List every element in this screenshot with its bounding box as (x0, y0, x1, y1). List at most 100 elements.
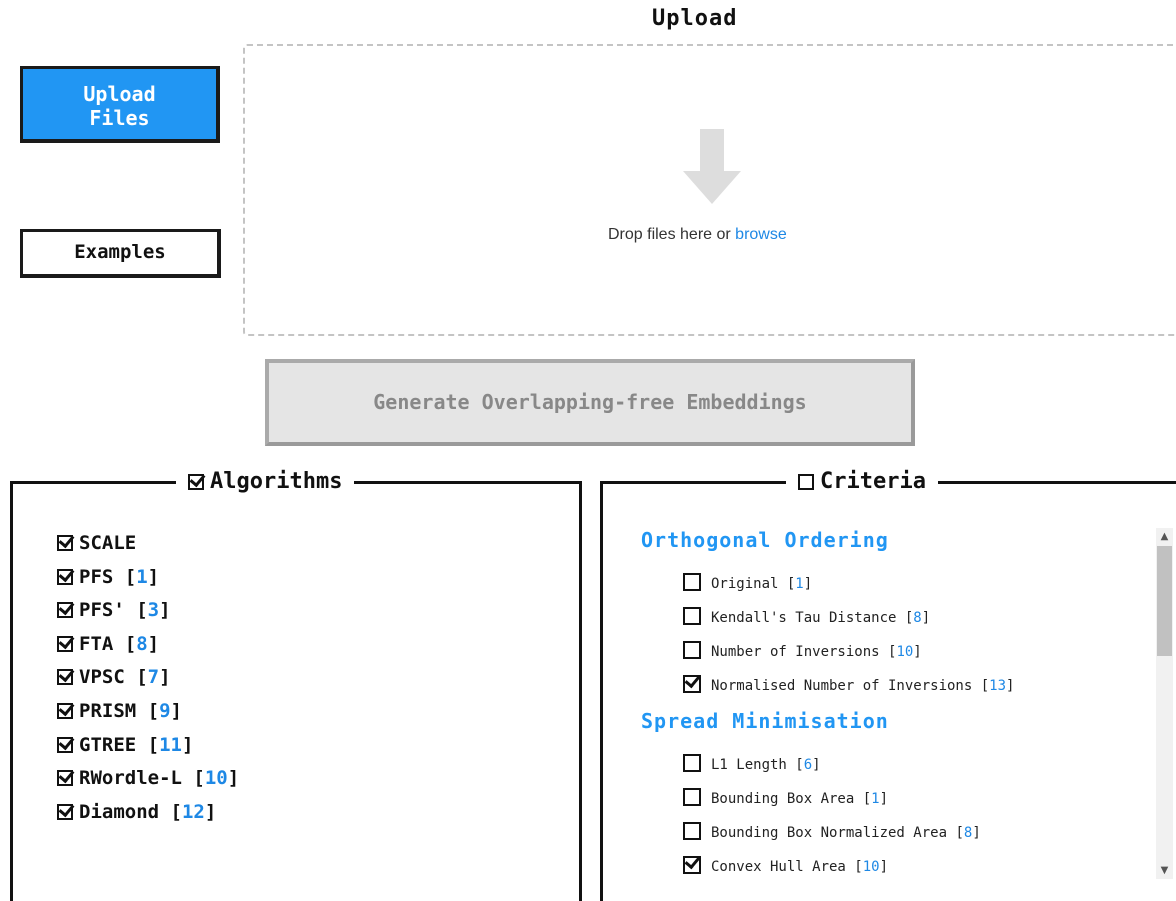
algorithm-item[interactable]: PRISM [9] (57, 700, 239, 734)
algorithm-item[interactable]: PFS [1] (57, 566, 239, 600)
ref-bracket: ] (803, 576, 813, 592)
reference-link[interactable]: 10 (863, 859, 880, 875)
reference-link[interactable]: 1 (795, 576, 803, 592)
algorithms-panel: Algorithms SCALE PFS [1] PFS' [3] FTA [8] VP… (10, 469, 582, 901)
ref-bracket: ] (159, 599, 171, 622)
ref-bracket: [ (136, 699, 160, 722)
algorithm-item[interactable]: VPSC [7] (57, 666, 239, 700)
upload-files-button[interactable]: Upload Files (20, 66, 220, 143)
checkbox-checked-icon[interactable] (683, 675, 701, 693)
ref-bracket: [ (778, 576, 796, 592)
reference-link[interactable]: 10 (205, 767, 228, 789)
algorithms-legend-label: Algorithms (210, 469, 343, 494)
checkbox-checked-icon[interactable] (57, 803, 73, 820)
reference-link[interactable]: 12 (182, 801, 205, 823)
criteria-item[interactable]: Convex Hull Area [10] (683, 856, 888, 876)
ref-bracket: [ (879, 644, 897, 660)
ref-bracket: [ (786, 757, 804, 773)
ref-bracket: ] (181, 733, 194, 756)
algorithm-label: FTA (79, 632, 114, 655)
ref-bracket: ] (147, 565, 160, 588)
criteria-item[interactable]: L1 Length [6] (683, 754, 821, 774)
criteria-item[interactable]: Kendall's Tau Distance [8] (683, 607, 930, 627)
ref-bracket: ] (921, 610, 931, 626)
criteria-legend-label: Criteria (820, 469, 926, 494)
ref-bracket: [ (159, 800, 182, 823)
ref-bracket: [ (896, 610, 914, 626)
reference-link[interactable]: 1 (871, 791, 879, 807)
criteria-label: Kendall's Tau Distance (711, 610, 897, 626)
algorithm-item[interactable]: RWordle-L [10] (57, 767, 239, 801)
ref-bracket: ] (159, 666, 171, 689)
checkbox-unchecked-icon[interactable] (683, 607, 701, 625)
criteria-section-title: Orthogonal Ordering (641, 528, 889, 552)
checkbox-unchecked-icon[interactable] (683, 822, 701, 840)
algorithms-toggle-all-checkbox[interactable] (188, 474, 204, 490)
ref-bracket: ] (227, 767, 240, 790)
reference-link[interactable]: 10 (896, 644, 913, 660)
upload-title: Upload (652, 6, 738, 31)
checkbox-checked-icon[interactable] (57, 635, 73, 652)
criteria-item[interactable]: Number of Inversions [10] (683, 641, 922, 661)
algorithm-item[interactable]: SCALE (57, 532, 239, 566)
algorithm-label: RWordle-L (79, 767, 182, 790)
reference-link[interactable]: 11 (159, 734, 182, 756)
reference-link[interactable]: 3 (148, 599, 159, 621)
generate-embeddings-button[interactable]: Generate Overlapping-free Embeddings (265, 359, 915, 446)
checkbox-unchecked-icon[interactable] (683, 754, 701, 772)
checkbox-unchecked-icon[interactable] (683, 573, 701, 591)
criteria-item[interactable]: Original [1] (683, 573, 812, 593)
reference-link[interactable]: 9 (159, 700, 170, 722)
checkbox-checked-icon[interactable] (57, 669, 73, 686)
examples-button[interactable]: Examples (20, 229, 221, 278)
checkbox-unchecked-icon[interactable] (683, 641, 701, 659)
ref-bracket: [ (113, 632, 137, 655)
reference-link[interactable]: 8 (913, 610, 921, 626)
algorithm-label: SCALE (79, 532, 137, 554)
checkbox-checked-icon[interactable] (57, 702, 73, 719)
reference-link[interactable]: 8 (136, 633, 147, 655)
reference-link[interactable]: 6 (804, 757, 812, 773)
checkbox-checked-icon[interactable] (57, 535, 73, 551)
criteria-item[interactable]: Bounding Box Area [1] (683, 788, 888, 808)
scroll-down-icon[interactable]: ▼ (1157, 863, 1172, 878)
arrow-down-icon (683, 129, 741, 204)
checkbox-checked-icon[interactable] (57, 770, 73, 787)
algorithms-legend[interactable]: Algorithms (176, 469, 355, 495)
algorithm-item[interactable]: PFS' [3] (57, 599, 239, 633)
checkbox-checked-icon[interactable] (57, 568, 73, 585)
algorithm-item[interactable]: FTA [8] (57, 633, 239, 667)
criteria-label: Bounding Box Normalized Area (711, 825, 948, 841)
ref-bracket: ] (147, 632, 160, 655)
criteria-toggle-all-checkbox[interactable] (798, 474, 814, 490)
algorithm-item[interactable]: Diamond [12] (57, 801, 239, 835)
ref-bracket: [ (947, 825, 964, 841)
criteria-item[interactable]: Normalised Number of Inversions [13] (683, 675, 1014, 695)
criteria-legend[interactable]: Criteria (786, 469, 938, 495)
algorithm-item[interactable]: GTREE [11] (57, 734, 239, 768)
checkbox-checked-icon[interactable] (683, 856, 701, 874)
criteria-scroll-thumb[interactable] (1157, 546, 1172, 656)
ref-bracket: [ (972, 678, 990, 694)
algorithm-label: PFS' (79, 599, 125, 622)
criteria-label: Bounding Box Area (711, 791, 855, 807)
ref-bracket: ] (972, 825, 981, 841)
criteria-section-title: Spread Minimisation (641, 709, 889, 733)
checkbox-checked-icon[interactable] (57, 736, 73, 753)
criteria-item[interactable]: Bounding Box Normalized Area [8] (683, 822, 981, 842)
criteria-label: Normalised Number of Inversions (711, 678, 973, 694)
ref-bracket: [ (845, 859, 863, 875)
reference-link[interactable]: 13 (989, 678, 1006, 694)
checkbox-checked-icon[interactable] (57, 602, 73, 619)
algorithm-label: PFS (79, 565, 114, 588)
ref-bracket: ] (170, 699, 182, 722)
reference-link[interactable]: 7 (148, 666, 159, 688)
browse-link[interactable]: browse (735, 226, 787, 243)
checkbox-unchecked-icon[interactable] (683, 788, 701, 806)
drop-instructions: Drop files here or browse (608, 226, 787, 244)
reference-link[interactable]: 1 (136, 566, 147, 588)
ref-bracket: ] (204, 800, 217, 823)
ref-bracket: ] (913, 644, 922, 660)
criteria-label: L1 Length (711, 757, 787, 773)
scroll-up-icon[interactable]: ▲ (1157, 529, 1172, 544)
